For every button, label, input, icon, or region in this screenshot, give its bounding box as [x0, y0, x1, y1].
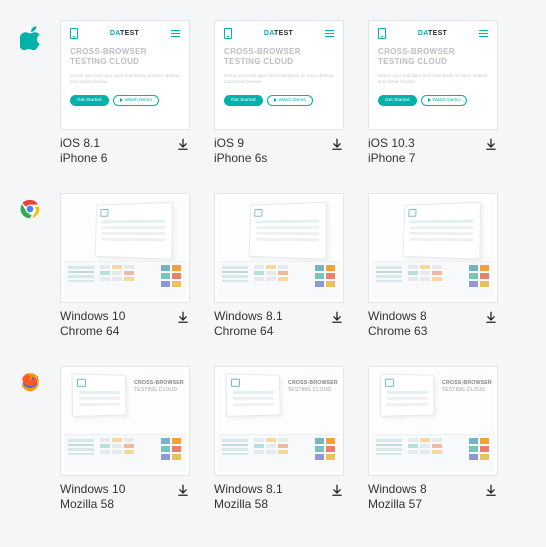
browser-label: iPhone 6 — [60, 151, 107, 165]
screenshot-thumbnail[interactable]: DATEST CROSS-BROWSERTESTING CLOUD Ensure… — [60, 20, 190, 130]
os-label: Windows 8.1 — [214, 482, 283, 496]
result-row-apple: DATEST CROSS-BROWSERTESTING CLOUD Ensure… — [0, 20, 516, 165]
primary-cta: Get Started — [224, 95, 263, 106]
download-icon[interactable] — [176, 136, 190, 151]
screenshot-thumbnail[interactable]: DATEST CROSS-BROWSERTESTING CLOUD Ensure… — [214, 20, 344, 130]
screenshot-card: DATEST CROSS-BROWSERTESTING CLOUD Ensure… — [60, 20, 190, 165]
os-label: iOS 9 — [214, 136, 267, 150]
phone-icon — [378, 28, 386, 39]
browser-label: Mozilla 58 — [60, 497, 125, 511]
hero-title: CROSS-BROWSERTESTING CLOUD — [224, 47, 334, 68]
browser-label: Mozilla 57 — [368, 497, 427, 511]
hero-desc: Ensure your web apps work seamlessly on … — [378, 73, 488, 85]
phone-icon — [70, 28, 78, 39]
phone-icon — [224, 28, 232, 39]
apple-icon — [0, 20, 60, 50]
screenshot-card: DATEST CROSS-BROWSERTESTING CLOUD Ensure… — [368, 20, 498, 165]
screenshot-thumbnail[interactable] — [214, 193, 344, 303]
hamburger-icon — [325, 30, 334, 37]
result-row-firefox: CROSS-BROWSERTESTING CLOUD Windows 10 Mo… — [0, 366, 516, 511]
hamburger-icon — [479, 30, 488, 37]
chrome-icon — [0, 193, 60, 219]
hero-title: CROSS-BROWSERTESTING CLOUD — [378, 47, 488, 68]
screenshot-card: Windows 8.1 Chrome 64 — [214, 193, 344, 338]
browser-label: Chrome 64 — [60, 324, 125, 338]
secondary-cta: Watch Demo — [113, 95, 160, 106]
screenshot-card: Windows 10 Chrome 64 — [60, 193, 190, 338]
secondary-cta: Watch Demo — [421, 95, 468, 106]
os-label: Windows 8.1 — [214, 309, 283, 323]
download-icon[interactable] — [330, 136, 344, 151]
screenshot-thumbnail[interactable] — [60, 193, 190, 303]
hero-desc: Ensure your web apps work seamlessly on … — [70, 73, 180, 85]
result-row-chrome: Windows 10 Chrome 64 Wind — [0, 193, 516, 338]
hamburger-icon — [171, 30, 180, 37]
screenshot-card: Windows 8 Chrome 63 — [368, 193, 498, 338]
download-icon[interactable] — [330, 309, 344, 324]
screenshot-card: CROSS-BROWSERTESTING CLOUD Windows 8.1 M… — [214, 366, 344, 511]
screenshot-thumbnail[interactable]: CROSS-BROWSERTESTING CLOUD — [368, 366, 498, 476]
screenshot-card: CROSS-BROWSERTESTING CLOUD Windows 10 Mo… — [60, 366, 190, 511]
screenshot-card: CROSS-BROWSERTESTING CLOUD Windows 8 Moz… — [368, 366, 498, 511]
screenshot-thumbnail[interactable] — [368, 193, 498, 303]
card-group: DATEST CROSS-BROWSERTESTING CLOUD Ensure… — [60, 20, 516, 165]
download-icon[interactable] — [484, 136, 498, 151]
screenshot-thumbnail[interactable]: DATEST CROSS-BROWSERTESTING CLOUD Ensure… — [368, 20, 498, 130]
download-icon[interactable] — [330, 482, 344, 497]
firefox-icon — [0, 366, 60, 392]
browser-label: iPhone 7 — [368, 151, 415, 165]
download-icon[interactable] — [484, 482, 498, 497]
screenshot-thumbnail[interactable]: CROSS-BROWSERTESTING CLOUD — [214, 366, 344, 476]
download-icon[interactable] — [484, 309, 498, 324]
os-label: Windows 10 — [60, 482, 125, 496]
app-logo: DATEST — [264, 30, 293, 37]
browser-label: Chrome 64 — [214, 324, 283, 338]
screenshot-card: DATEST CROSS-BROWSERTESTING CLOUD Ensure… — [214, 20, 344, 165]
card-group: CROSS-BROWSERTESTING CLOUD Windows 10 Mo… — [60, 366, 516, 511]
os-label: Windows 8 — [368, 482, 427, 496]
app-logo: DATEST — [110, 30, 139, 37]
secondary-cta: Watch Demo — [267, 95, 314, 106]
hero-title: CROSS-BROWSERTESTING CLOUD — [70, 47, 180, 68]
browser-label: Chrome 63 — [368, 324, 427, 338]
download-icon[interactable] — [176, 482, 190, 497]
primary-cta: Get Started — [378, 95, 417, 106]
os-label: iOS 10.3 — [368, 136, 415, 150]
download-icon[interactable] — [176, 309, 190, 324]
browser-label: iPhone 6s — [214, 151, 267, 165]
primary-cta: Get Started — [70, 95, 109, 106]
os-label: Windows 10 — [60, 309, 125, 323]
browser-label: Mozilla 58 — [214, 497, 283, 511]
os-label: iOS 8.1 — [60, 136, 107, 150]
app-logo: DATEST — [418, 30, 447, 37]
hero-desc: Ensure your web apps work seamlessly on … — [224, 73, 334, 85]
screenshot-thumbnail[interactable]: CROSS-BROWSERTESTING CLOUD — [60, 366, 190, 476]
os-label: Windows 8 — [368, 309, 427, 323]
card-group: Windows 10 Chrome 64 Wind — [60, 193, 516, 338]
